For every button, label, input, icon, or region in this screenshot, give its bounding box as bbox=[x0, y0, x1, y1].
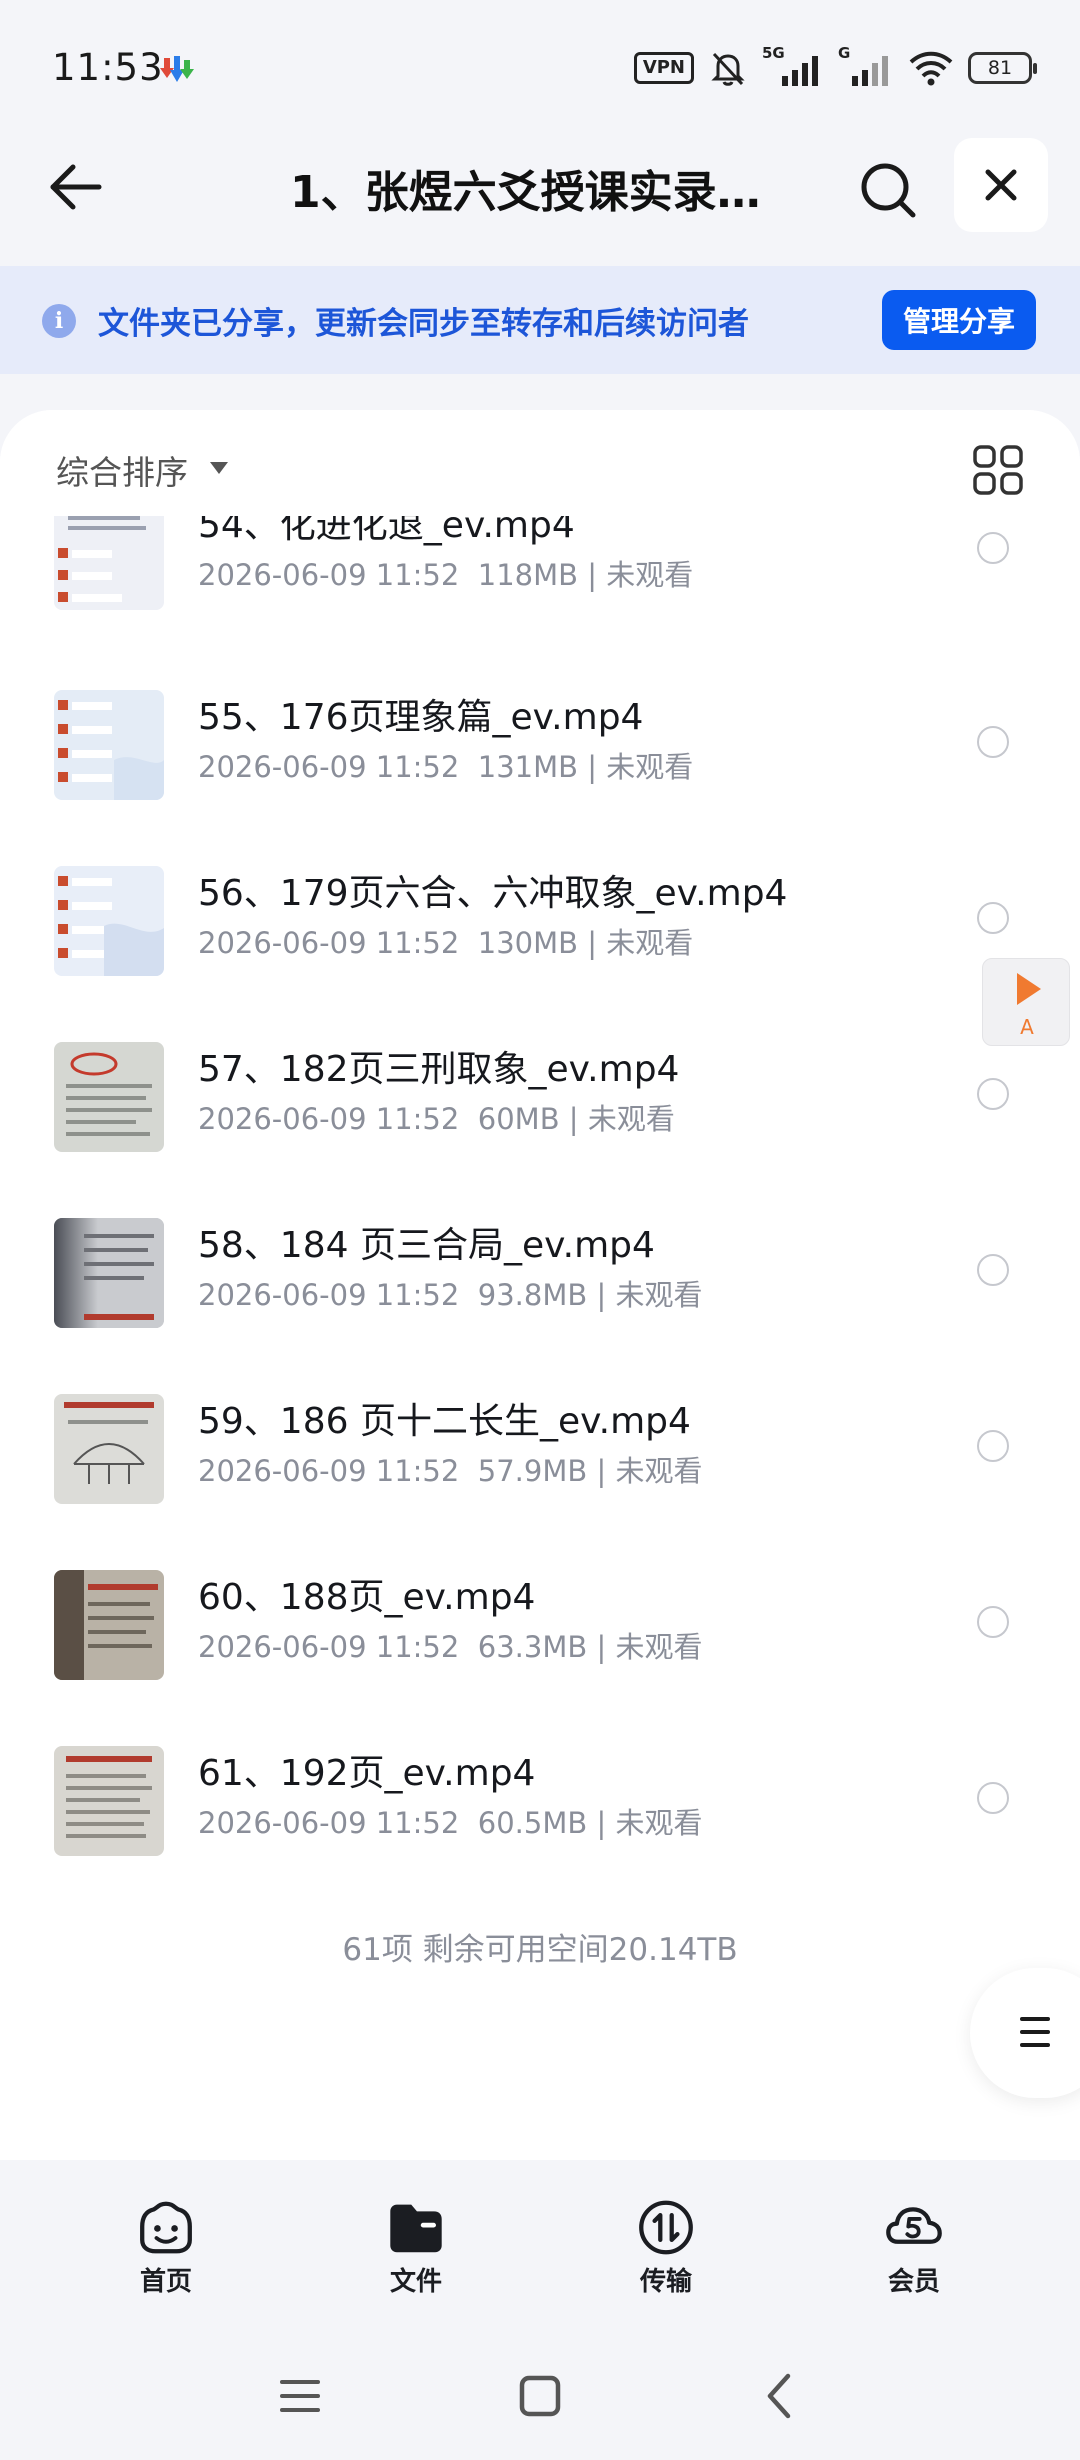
caret-down-icon bbox=[210, 462, 228, 474]
file-thumbnail bbox=[54, 1570, 164, 1680]
file-thumbnail bbox=[54, 1746, 164, 1856]
select-radio[interactable] bbox=[977, 726, 1009, 758]
system-navigation-bar bbox=[0, 2330, 1080, 2460]
nav-files[interactable]: 文件 bbox=[346, 2198, 486, 2298]
file-meta: 2026-06-09 11:52 60.5MB | 未观看 bbox=[198, 1806, 703, 1840]
nav-home-label: 首页 bbox=[139, 2267, 192, 2297]
vpn-badge: VPN bbox=[633, 52, 694, 84]
file-meta: 2026-06-09 11:52 57.9MB | 未观看 bbox=[198, 1454, 703, 1488]
transfer-icon bbox=[639, 2200, 693, 2255]
file-meta: 2026-06-09 11:52 63.3MB | 未观看 bbox=[198, 1630, 703, 1664]
share-banner: i 文件夹已分享，更新会同步至转存和后续访问者 管理分享 bbox=[0, 266, 1080, 374]
header: 1、张煜六爻授课实录上... bbox=[0, 130, 1080, 266]
close-icon bbox=[985, 169, 1017, 201]
storage-summary: 61项 剩余可用空间20.14TB bbox=[342, 1932, 738, 1968]
nav-home[interactable]: 首页 bbox=[96, 2198, 236, 2298]
signal-5g: 5G bbox=[762, 44, 824, 88]
close-button[interactable] bbox=[954, 138, 1048, 232]
home-square-icon[interactable] bbox=[510, 2366, 570, 2426]
floating-player-button[interactable]: A bbox=[982, 958, 1070, 1046]
wifi-icon bbox=[909, 51, 953, 86]
signal-bars-icon bbox=[782, 56, 818, 86]
file-meta: 2026-06-09 11:52 93.8MB | 未观看 bbox=[198, 1278, 703, 1312]
screen: 11:53 VPN 5G G 81 1、张煜六爻授课实录上... i 文件夹已分… bbox=[0, 0, 1080, 2460]
file-meta: 2026-06-09 11:52 130MB | 未观看 bbox=[198, 926, 694, 960]
file-row[interactable]: 58、184 页三合局_ev.mp4 2026-06-09 11:52 93.8… bbox=[0, 1184, 1080, 1360]
status-icons: VPN 5G G 81 bbox=[633, 44, 1037, 92]
share-notice-text: 文件夹已分享，更新会同步至转存和后续访问者 bbox=[98, 306, 749, 342]
select-radio[interactable] bbox=[977, 1078, 1009, 1110]
file-row[interactable]: 55、176页理象篇_ev.mp4 2026-06-09 11:52 131MB… bbox=[0, 656, 1080, 832]
page-title: 1、张煜六爻授课实录上... bbox=[290, 167, 800, 218]
info-icon: i bbox=[42, 304, 76, 338]
nav-transfer-label: 传输 bbox=[639, 2267, 692, 2297]
file-name: 60、188页_ev.mp4 bbox=[198, 1577, 536, 1618]
file-name: 59、186 页十二长生_ev.mp4 bbox=[198, 1401, 691, 1442]
arrow-left-icon bbox=[50, 164, 102, 210]
back-button[interactable] bbox=[40, 152, 110, 222]
file-meta: 2026-06-09 11:52 60MB | 未观看 bbox=[198, 1102, 675, 1136]
bell-muted-icon bbox=[711, 52, 745, 86]
select-radio[interactable] bbox=[977, 532, 1009, 564]
menu-icon bbox=[1020, 2017, 1050, 2047]
back-chevron-icon[interactable] bbox=[750, 2366, 810, 2426]
nav-vip-label: 会员 bbox=[887, 2267, 940, 2297]
folder-icon bbox=[390, 2204, 442, 2253]
search-button[interactable] bbox=[850, 152, 926, 228]
file-list-card: 54、化进化退_ev.mp4 2026-06-09 11:52 118MB | … bbox=[0, 410, 1080, 2160]
file-name: 56、179页六合、六冲取象_ev.mp4 bbox=[198, 873, 788, 914]
bottom-navigation: 首页 文件 传输 会员 bbox=[0, 2160, 1080, 2300]
sort-dropdown[interactable]: 综合排序 bbox=[56, 446, 188, 494]
file-thumbnail bbox=[54, 1394, 164, 1504]
select-radio[interactable] bbox=[977, 1430, 1009, 1462]
vip-icon bbox=[886, 2207, 942, 2244]
file-thumbnail bbox=[54, 1218, 164, 1328]
file-name: 58、184 页三合局_ev.mp4 bbox=[198, 1225, 655, 1266]
file-thumbnail bbox=[54, 690, 164, 800]
file-list: 54、化进化退_ev.mp4 2026-06-09 11:52 118MB | … bbox=[0, 410, 1080, 1910]
file-name: 61、192页_ev.mp4 bbox=[198, 1753, 536, 1794]
file-thumbnail bbox=[54, 866, 164, 976]
status-time: 11:53 bbox=[52, 46, 164, 89]
file-row[interactable]: 56、179页六合、六冲取象_ev.mp4 2026-06-09 11:52 1… bbox=[0, 832, 1080, 1008]
file-thumbnail bbox=[54, 1042, 164, 1152]
sort-bar: 综合排序 bbox=[0, 410, 1080, 516]
file-name: 55、176页理象篇_ev.mp4 bbox=[198, 697, 644, 738]
signal-bars-2-icon bbox=[852, 56, 888, 86]
nav-files-label: 文件 bbox=[389, 2267, 442, 2297]
file-row[interactable]: 61、192页_ev.mp4 2026-06-09 11:52 60.5MB |… bbox=[0, 1712, 1080, 1888]
recent-apps-icon[interactable] bbox=[270, 2366, 330, 2426]
nav-vip[interactable]: 会员 bbox=[844, 2198, 984, 2298]
signal-g: G bbox=[838, 44, 894, 88]
select-radio[interactable] bbox=[977, 1782, 1009, 1814]
select-radio[interactable] bbox=[977, 902, 1009, 934]
smiley-home-icon bbox=[140, 2201, 192, 2254]
file-row[interactable]: 59、186 页十二长生_ev.mp4 2026-06-09 11:52 57.… bbox=[0, 1360, 1080, 1536]
download-app-icon bbox=[160, 56, 194, 82]
nav-transfer[interactable]: 传输 bbox=[596, 2198, 736, 2298]
grid-view-icon[interactable] bbox=[972, 444, 1024, 496]
file-meta: 2026-06-09 11:52 131MB | 未观看 bbox=[198, 750, 694, 784]
file-row[interactable]: 57、182页三刑取象_ev.mp4 2026-06-09 11:52 60MB… bbox=[0, 1008, 1080, 1184]
search-icon bbox=[861, 163, 916, 218]
file-name: 57、182页三刑取象_ev.mp4 bbox=[198, 1049, 680, 1090]
battery-indicator: 81 bbox=[968, 52, 1037, 84]
file-row[interactable]: 60、188页_ev.mp4 2026-06-09 11:52 63.3MB |… bbox=[0, 1536, 1080, 1712]
manage-share-button[interactable]: 管理分享 bbox=[882, 290, 1036, 350]
select-radio[interactable] bbox=[977, 1254, 1009, 1286]
file-meta: 2026-06-09 11:52 118MB | 未观看 bbox=[198, 558, 694, 592]
status-bar: 11:53 VPN 5G G 81 bbox=[0, 0, 1080, 130]
select-radio[interactable] bbox=[977, 1606, 1009, 1638]
